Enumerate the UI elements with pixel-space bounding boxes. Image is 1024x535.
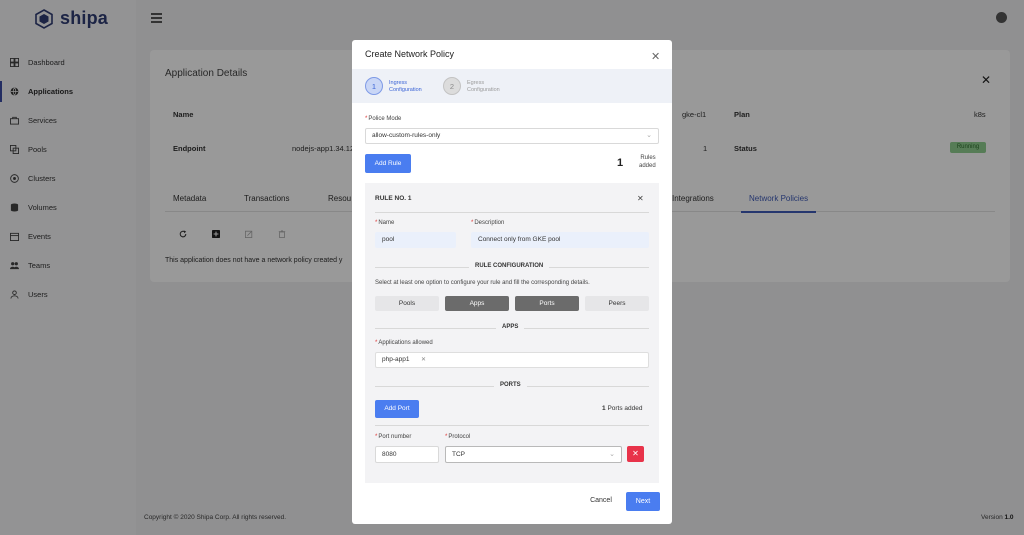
step-2-subtitle: Configuration xyxy=(467,87,500,93)
rules-added-line-2: added xyxy=(639,163,656,169)
ports-count: 1 xyxy=(602,405,606,412)
police-mode-select[interactable]: allow-custom-rules-only ⌄ xyxy=(365,128,659,144)
option-pools-button[interactable]: Pools xyxy=(375,296,439,311)
divider xyxy=(375,425,649,426)
description-label-text: Description xyxy=(474,220,505,226)
cancel-button[interactable]: Cancel xyxy=(581,492,621,510)
apps-section-title: APPS xyxy=(496,324,525,330)
rule-name-input[interactable]: pool xyxy=(375,232,456,248)
apps-allowed-label: *Applications allowed xyxy=(375,340,433,346)
ports-added-label: Ports added xyxy=(607,405,643,412)
step-2-indicator: 2 xyxy=(443,77,461,95)
rule-configuration-title: RULE CONFIGURATION xyxy=(469,263,550,269)
stepper: 1 Ingress Configuration 2 Egress Configu… xyxy=(352,69,672,103)
remove-tag-icon[interactable]: ✕ xyxy=(421,356,426,363)
step-1-indicator: 1 xyxy=(365,77,383,95)
app-tag: php-app1 xyxy=(382,356,410,363)
police-mode-label-text: Police Mode xyxy=(368,116,402,122)
protocol-label-text: Protocol xyxy=(448,434,471,440)
step-2-label: Egress Configuration xyxy=(467,80,500,94)
add-port-button[interactable]: Add Port xyxy=(375,400,419,418)
rules-added-line-1: Rules xyxy=(640,155,656,161)
police-mode-label: *Police Mode xyxy=(365,116,402,122)
chevron-down-icon: ⌄ xyxy=(646,132,652,139)
modal-title: Create Network Policy xyxy=(365,49,455,59)
step-2-title: Egress xyxy=(467,80,485,86)
protocol-value: TCP xyxy=(452,451,465,458)
ports-section-title: PORTS xyxy=(494,382,527,388)
rule-panel: RULE NO. 1 ✕ *Name pool *Description Con… xyxy=(365,183,659,483)
rule-description-input[interactable]: Connect only from GKE pool xyxy=(471,232,649,248)
rules-count: 1 xyxy=(617,157,624,169)
apps-allowed-input[interactable]: php-app1 ✕ xyxy=(375,352,649,368)
next-button[interactable]: Next xyxy=(626,492,660,511)
close-icon[interactable]: ✕ xyxy=(651,50,660,63)
chevron-down-icon: ⌄ xyxy=(609,451,615,458)
police-mode-value: allow-custom-rules-only xyxy=(372,132,441,139)
divider xyxy=(375,212,649,213)
step-1-title: Ingress xyxy=(389,80,408,86)
protocol-label: *Protocol xyxy=(445,434,471,440)
step-1-label: Ingress Configuration xyxy=(389,80,422,94)
option-ports-button[interactable]: Ports xyxy=(515,296,579,311)
apps-allowed-label-text: Applications allowed xyxy=(378,340,433,346)
step-1-subtitle: Configuration xyxy=(389,87,422,93)
ports-added-text: 1 Ports added xyxy=(602,405,643,412)
remove-port-button[interactable]: ✕ xyxy=(627,446,644,462)
create-network-policy-modal: Create Network Policy ✕ 1 Ingress Config… xyxy=(352,40,672,524)
rule-heading: RULE NO. 1 xyxy=(375,195,412,202)
port-number-label: *Port number xyxy=(375,434,412,440)
add-rule-button[interactable]: Add Rule xyxy=(365,154,411,173)
port-number-input[interactable]: 8080 xyxy=(375,446,439,463)
rule-configuration-hint: Select at least one option to configure … xyxy=(375,280,590,286)
option-apps-button[interactable]: Apps xyxy=(445,296,509,311)
rules-added-label: Rules added xyxy=(639,154,656,170)
name-label: *Name xyxy=(375,220,395,226)
name-label-text: Name xyxy=(378,220,395,226)
option-peers-button[interactable]: Peers xyxy=(585,296,649,311)
protocol-select[interactable]: TCP ⌄ xyxy=(445,446,622,463)
description-label: *Description xyxy=(471,220,505,226)
close-icon[interactable]: ✕ xyxy=(637,194,644,203)
port-number-label-text: Port number xyxy=(378,434,412,440)
